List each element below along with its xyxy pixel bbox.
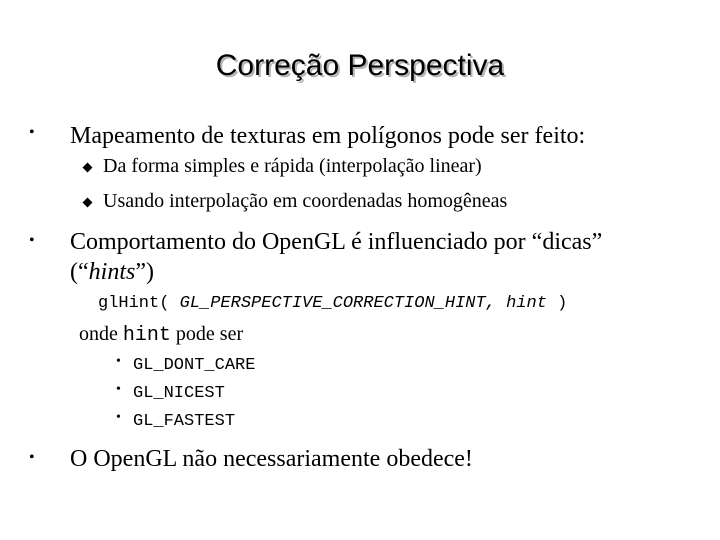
bullet-icon: • <box>29 449 35 466</box>
sub-bullet-homogeneous: Usando interpolação em coordenadas homog… <box>103 190 508 212</box>
bullet-text-not-obey: O OpenGL não necessariamente obedece! <box>70 446 473 472</box>
hints-term: hints <box>88 259 136 285</box>
diamond-bullet-icon <box>82 162 93 173</box>
option-dont-care: GL_DONT_CARE <box>133 356 256 375</box>
bullet-text-mapping: Mapeamento de texturas em polígonos pode… <box>70 123 586 149</box>
bullet-icon: • <box>116 354 121 369</box>
bullet-text-hints-line1: Comportamento do OpenGL é influenciado p… <box>70 229 603 255</box>
bullet-text-hints-line2: (“hints”) <box>70 258 154 286</box>
where-suffix: pode ser <box>175 323 244 345</box>
close-quote: ”) <box>135 259 154 285</box>
slide-title: Correção Perspectiva <box>215 49 505 82</box>
sub-bullet-linear: Da forma simples e rápida (interpolação … <box>103 155 482 177</box>
diamond-bullet-icon <box>82 197 93 208</box>
bullet-icon: • <box>116 382 121 397</box>
where-var: hint <box>122 324 171 347</box>
where-line: onde hint pode ser <box>79 322 243 348</box>
code-glhint: glHint( GL_PERSPECTIVE_CORRECTION_HINT, … <box>98 293 567 315</box>
option-nicest: GL_NICEST <box>133 384 225 403</box>
open-quote: (“ <box>70 259 89 285</box>
where-prefix: onde <box>79 323 118 345</box>
code-function: glHint( <box>98 294 170 313</box>
bullet-icon: • <box>29 124 35 141</box>
code-arg-hint: hint <box>506 294 547 313</box>
bullet-icon: • <box>116 410 121 425</box>
code-arg-target: GL_PERSPECTIVE_CORRECTION_HINT, <box>179 294 496 313</box>
code-close: ) <box>557 294 568 313</box>
bullet-icon: • <box>29 232 35 249</box>
option-fastest: GL_FASTEST <box>133 412 236 431</box>
